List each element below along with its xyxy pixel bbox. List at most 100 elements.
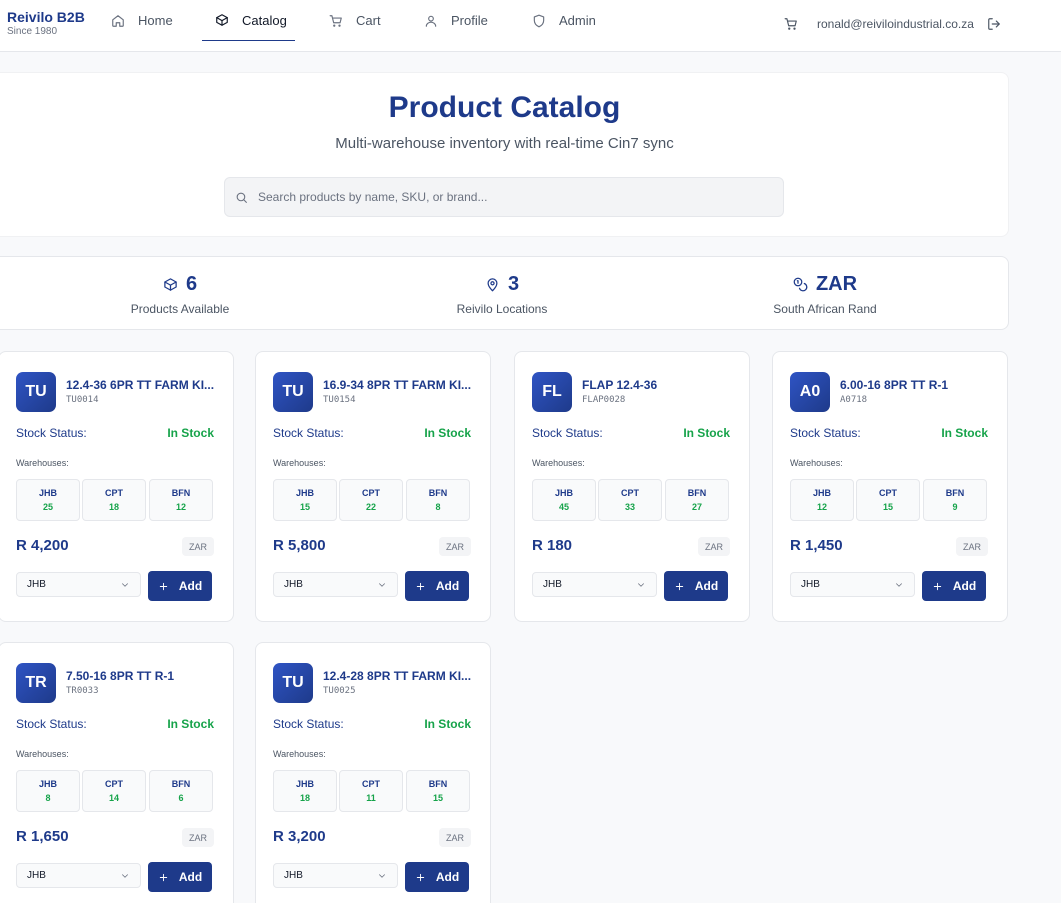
product-card: A0 6.00-16 8PR TT R-1 A0718 Stock Status… — [772, 351, 1008, 622]
user-email: ronald@reiviloindustrial.co.za — [817, 0, 974, 48]
add-to-cart-button[interactable]: Add — [922, 571, 986, 601]
add-button-label: Add — [435, 870, 460, 884]
chevron-down-icon — [379, 582, 385, 587]
warehouse-qty: 22 — [365, 502, 376, 512]
warehouse-qty: 18 — [108, 502, 119, 512]
stat-value: 6 — [185, 272, 198, 295]
product-sku: TR0033 — [66, 686, 99, 696]
warehouse-select[interactable]: JHB — [16, 572, 141, 597]
warehouse-stock: JHB 45 — [532, 479, 596, 521]
warehouse-select[interactable]: JHB — [273, 863, 398, 888]
warehouse-stock: BFN 6 — [149, 770, 213, 812]
box-icon — [216, 14, 228, 26]
product-sku: A0718 — [840, 395, 868, 405]
search-icon — [236, 192, 247, 203]
product-name[interactable]: 12.4-28 8PR TT FARM KI... — [323, 669, 473, 683]
stock-status-value: In Stock — [167, 717, 214, 731]
warehouses-label: Warehouses: — [273, 749, 326, 759]
warehouse-select[interactable]: JHB — [273, 572, 398, 597]
stock-status-value: In Stock — [683, 426, 730, 440]
warehouse-code: CPT — [362, 779, 380, 789]
warehouse-code: JHB — [554, 488, 573, 498]
search-box[interactable] — [224, 177, 784, 217]
header-cart-button[interactable] — [784, 0, 798, 48]
brand[interactable]: Reivilo B2B Since 1980 — [7, 9, 85, 38]
warehouse-code: BFN — [171, 488, 191, 498]
stock-status-value: In Stock — [424, 717, 471, 731]
stock-status-value: In Stock — [941, 426, 988, 440]
warehouse-code: CPT — [362, 488, 380, 498]
add-button-label: Add — [178, 579, 203, 593]
nav-profile[interactable]: Profile — [424, 0, 488, 41]
plus-icon — [416, 582, 424, 590]
warehouses-label: Warehouses: — [273, 458, 326, 468]
warehouse-select[interactable]: JHB — [16, 863, 141, 888]
product-name[interactable]: 16.9-34 8PR TT FARM KI... — [323, 378, 473, 392]
product-name[interactable]: FLAP 12.4-36 — [582, 378, 732, 392]
warehouse-select-value: JHB — [27, 579, 46, 590]
warehouse-select[interactable]: JHB — [790, 572, 915, 597]
warehouse-qty: 33 — [624, 502, 635, 512]
top-nav: Reivilo B2B Since 1980 Home Catalog Cart… — [0, 0, 1061, 52]
nav-home[interactable]: Home — [111, 0, 173, 41]
warehouse-qty: 25 — [42, 502, 53, 512]
add-to-cart-button[interactable]: Add — [148, 862, 212, 892]
warehouse-stock: JHB 12 — [790, 479, 854, 521]
warehouse-select-value: JHB — [284, 870, 303, 881]
plus-icon — [933, 582, 941, 590]
product-avatar: TR — [16, 663, 56, 703]
user-icon — [425, 15, 437, 27]
nav-cart[interactable]: Cart — [329, 0, 381, 41]
product-name[interactable]: 6.00-16 8PR TT R-1 — [840, 378, 990, 392]
add-button-label: Add — [952, 579, 977, 593]
currency-badge: ZAR — [439, 537, 471, 556]
warehouse-code: BFN — [687, 488, 707, 498]
product-avatar: TU — [16, 372, 56, 412]
stat-value: ZAR — [815, 272, 858, 295]
warehouse-code: CPT — [879, 488, 897, 498]
nav-catalog[interactable]: Catalog — [202, 0, 295, 41]
warehouse-code: JHB — [812, 488, 831, 498]
warehouse-code: CPT — [105, 779, 123, 789]
plus-icon — [675, 582, 683, 590]
product-sku: TU0014 — [66, 395, 99, 405]
warehouse-stock: JHB 8 — [16, 770, 80, 812]
product-name[interactable]: 12.4-36 6PR TT FARM KI... — [66, 378, 216, 392]
currency-badge: ZAR — [182, 828, 214, 847]
page-subtitle: Multi-warehouse inventory with real-time… — [335, 135, 674, 152]
product-price: R 3,200 — [273, 828, 326, 845]
product-avatar: TU — [273, 663, 313, 703]
nav-admin[interactable]: Admin — [532, 0, 596, 41]
add-to-cart-button[interactable]: Add — [405, 571, 469, 601]
chevron-down-icon — [379, 873, 385, 878]
user-email-text: ronald@reiviloindustrial.co.za — [817, 17, 974, 31]
catalog-hero: Product Catalog Multi-warehouse inventor… — [0, 72, 1009, 237]
warehouses-label: Warehouses: — [16, 749, 69, 759]
warehouse-select-value: JHB — [801, 579, 820, 590]
nav-home-label: Home — [138, 13, 173, 28]
chevron-down-icon — [896, 582, 902, 587]
search-input[interactable] — [258, 190, 758, 204]
currency-badge: ZAR — [956, 537, 988, 556]
add-to-cart-button[interactable]: Add — [405, 862, 469, 892]
warehouse-qty: 8 — [45, 793, 51, 803]
warehouse-stock: JHB 15 — [273, 479, 337, 521]
logout-button[interactable] — [987, 0, 1001, 48]
warehouse-stock: CPT 22 — [339, 479, 403, 521]
stock-status-label: Stock Status: — [16, 426, 87, 440]
warehouse-stock: CPT 14 — [82, 770, 146, 812]
shield-icon — [533, 14, 545, 27]
product-name[interactable]: 7.50-16 8PR TT R-1 — [66, 669, 216, 683]
warehouse-code: BFN — [428, 488, 448, 498]
warehouse-stock: CPT 18 — [82, 479, 146, 521]
warehouse-code: JHB — [38, 488, 57, 498]
page-title: Product Catalog — [388, 91, 621, 124]
product-sku: TU0154 — [323, 395, 356, 405]
add-button-label: Add — [178, 870, 203, 884]
add-to-cart-button[interactable]: Add — [148, 571, 212, 601]
warehouse-qty: 8 — [435, 502, 441, 512]
warehouse-select[interactable]: JHB — [532, 572, 657, 597]
brand-name[interactable]: Reivilo B2B — [7, 9, 85, 26]
warehouse-stock: BFN 27 — [665, 479, 729, 521]
add-to-cart-button[interactable]: Add — [664, 571, 728, 601]
